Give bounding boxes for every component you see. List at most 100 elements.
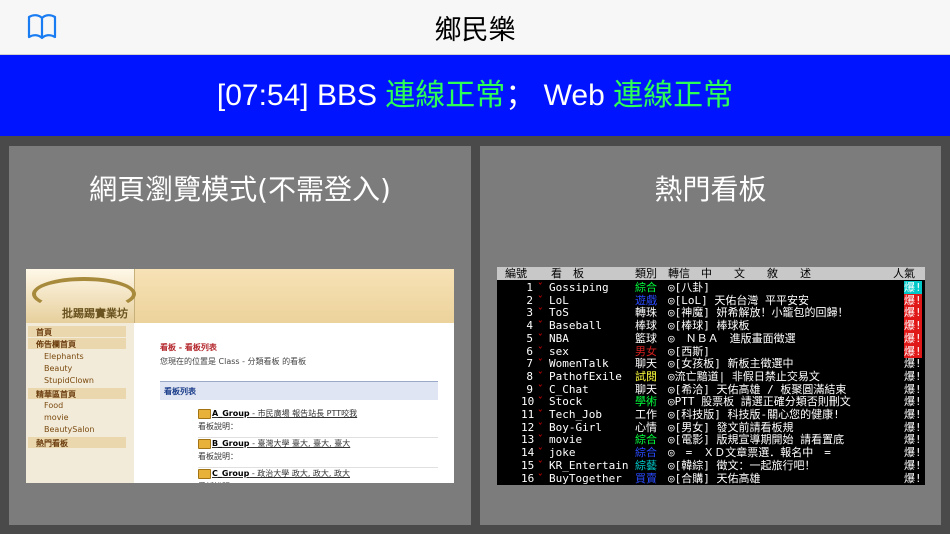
board-category: 綜合 xyxy=(635,446,657,460)
board-name: Gossiping xyxy=(549,281,609,294)
board-group-row: C_Group - 政治大學 政大, 政大, 政大看板說明： xyxy=(198,467,438,483)
board-category: 試閱 xyxy=(635,369,657,383)
connection-status-bar: [07:54] BBS 連線正常； Web 連線正常 xyxy=(0,55,950,136)
unread-mark-icon: ˇ xyxy=(537,433,544,447)
board-name: WomenTalk xyxy=(549,357,609,371)
hot-board-row: 11 ˇ Tech_Job 工作 ◎[科技版] 科技版-關心您的健康! 爆! xyxy=(497,408,925,421)
hot-board-row: 3 ˇ ToS 轉珠 ◎[神魔] 妍希解放！小籠包的回歸！ 爆! xyxy=(497,306,925,320)
board-description: ◎[八卦] xyxy=(668,281,710,294)
board-number: 2 xyxy=(526,293,533,307)
group-desc: - 臺灣大學 臺大, 臺大, 臺大 xyxy=(249,439,351,448)
board-name: Tech_Job xyxy=(549,408,602,421)
board-name: sex xyxy=(549,344,569,358)
board-description: ◎[棒球] 棒球板 xyxy=(668,319,750,333)
board-name: KR_Entertain xyxy=(549,458,629,472)
hot-board-row: 7 ˇ WomenTalk 聊天 ◎[女孩板] 新板主徵選中 爆! xyxy=(497,357,925,370)
board-name: movie xyxy=(549,433,583,447)
popularity-badge: 爆! xyxy=(904,420,922,434)
folder-icon xyxy=(198,469,211,479)
popularity-badge: 爆! xyxy=(904,281,922,294)
sidebar-item: movie xyxy=(44,413,69,422)
sidebar-item: BeautySalon xyxy=(44,425,95,434)
board-category: 心情 xyxy=(635,420,657,434)
unread-mark-icon: ˇ xyxy=(537,344,544,358)
col-board: 看 板 xyxy=(551,267,584,280)
ptt-logo: 批踢踢實業坊 xyxy=(26,269,136,323)
board-category: 聊天 xyxy=(635,357,657,371)
sidebar-item: Beauty xyxy=(44,364,73,373)
board-category: 工作 xyxy=(635,408,657,421)
board-number: 15 xyxy=(521,458,535,472)
board-number: 8 xyxy=(526,369,533,383)
top-bar: 鄉民樂 xyxy=(0,0,950,55)
board-description: ◎[LoL] 天佑台灣 平平安安 xyxy=(668,293,809,307)
popularity-badge: 爆! xyxy=(904,458,922,472)
board-name: ToS xyxy=(549,306,569,320)
location-text: 您現在的位置是 Class - 分類看板 的看板 xyxy=(160,357,307,366)
sidebar-item: 首頁 xyxy=(36,328,52,337)
board-category: 學術 xyxy=(635,395,657,409)
terminal-header: 編號 看 板 類別 轉信 中 文 敘 述 人氣 xyxy=(497,267,925,280)
board-name: LoL xyxy=(549,293,569,307)
sidebar-item: 精華區首頁 xyxy=(36,390,76,399)
bbs-label: BBS xyxy=(308,79,386,112)
web-main: 看板 - 看板列表 您現在的位置是 Class - 分類看板 的看板 看板列表 … xyxy=(134,323,454,483)
unread-mark-icon: ˇ xyxy=(537,357,544,371)
board-number: 5 xyxy=(526,331,533,345)
unread-mark-icon: ˇ xyxy=(537,331,544,345)
board-category: 籃球 xyxy=(635,331,657,345)
board-description: ◎[男女] 發文前請看板規 xyxy=(668,420,794,434)
group-link: C_Group - 政治大學 政大, 政大, 政大 xyxy=(212,468,350,479)
board-number: 7 xyxy=(526,357,533,371)
board-number: 10 xyxy=(521,395,535,409)
board-number: 3 xyxy=(526,306,533,320)
group-link: A_Group - 市民廣場 報告站長 PTT咬我 xyxy=(212,408,357,419)
board-description: ◎ = ＸＤ文章票選．報名中 = xyxy=(668,446,831,460)
unread-mark-icon: ˇ xyxy=(537,369,544,383)
unread-mark-icon: ˇ xyxy=(537,420,544,434)
unread-mark-icon: ˇ xyxy=(537,446,544,460)
col-popularity: 人氣 xyxy=(893,267,915,280)
popularity-badge: 爆! xyxy=(904,319,922,333)
hot-boards-panel[interactable]: 熱門看板 編號 看 板 類別 轉信 中 文 敘 述 人氣 1 ˇ Gossiping… xyxy=(480,146,941,525)
popularity-badge: 爆! xyxy=(904,293,922,307)
board-name: Boy-Girl xyxy=(549,420,602,434)
group-name: B_Group xyxy=(212,439,250,448)
sidebar-item: StupidClown xyxy=(44,376,94,385)
board-name: C_Chat xyxy=(549,382,589,396)
group-note: 看板說明： xyxy=(198,452,238,461)
col-category: 類別 xyxy=(635,267,657,280)
group-link: B_Group - 臺灣大學 臺大, 臺大, 臺大 xyxy=(212,438,350,449)
hot-board-row: 12 ˇ Boy-Girl 心情 ◎[男女] 發文前請看板規 爆! xyxy=(497,421,925,434)
board-category: 買賣 xyxy=(635,471,657,485)
web-status: 連線正常 xyxy=(613,79,734,112)
board-description: ◎PTT 股票板 請選正確分類否則刪文 xyxy=(668,395,851,409)
hot-board-row: 8 ˇ PathofExile 試閱 ◎流亡黯道| 非假日禁止交易文 爆! xyxy=(497,370,925,383)
web-mode-panel[interactable]: 網頁瀏覽模式(不需登入) 批踢踢實業坊 首頁 佈告欄首頁 Elephants Beau… xyxy=(9,146,471,525)
board-category: 遊戲 xyxy=(635,293,657,307)
board-category: 綜合 xyxy=(635,433,657,447)
board-name: NBA xyxy=(549,331,569,345)
board-category: 綜合 xyxy=(635,281,657,294)
web-sidebar: 首頁 佈告欄首頁 Elephants Beauty StupidClown 精華區首頁 Fo… xyxy=(26,323,134,483)
board-list-header: 看板列表 xyxy=(160,381,438,400)
hot-board-row: 14 ˇ joke 綜合 ◎ = ＸＤ文章票選．報名中 = 爆! xyxy=(497,446,925,459)
popularity-badge: 爆! xyxy=(904,369,922,383)
board-category: 棒球 xyxy=(635,319,657,333)
hot-board-row: 5 ˇ NBA 籃球 ◎ ＮＢＡ 進版畫面徵選 爆! xyxy=(497,331,925,345)
unread-mark-icon: ˇ xyxy=(537,319,544,333)
board-description: ◎[科技版] 科技版-關心您的健康! xyxy=(668,408,840,421)
board-category: 綜藝 xyxy=(635,458,657,472)
hot-board-row: 2 ˇ LoL 遊戲 ◎[LoL] 天佑台灣 平平安安 爆! xyxy=(497,293,925,307)
unread-mark-icon: ˇ xyxy=(537,382,544,396)
unread-mark-icon: ˇ xyxy=(537,408,544,421)
board-number: 11 xyxy=(521,408,535,421)
board-number: 12 xyxy=(521,420,535,434)
board-group-row: B_Group - 臺灣大學 臺大, 臺大, 臺大看板說明： xyxy=(198,437,438,468)
board-group-row: A_Group - 市民廣場 報告站長 PTT咬我 看板說明： xyxy=(198,407,438,438)
folder-icon xyxy=(198,409,211,419)
popularity-badge: 爆! xyxy=(904,433,922,447)
board-description: ◎[合購] 天佑高雄 xyxy=(668,471,761,485)
board-number: 16 xyxy=(521,471,535,485)
web-mode-title: 網頁瀏覽模式(不需登入) xyxy=(89,173,391,206)
